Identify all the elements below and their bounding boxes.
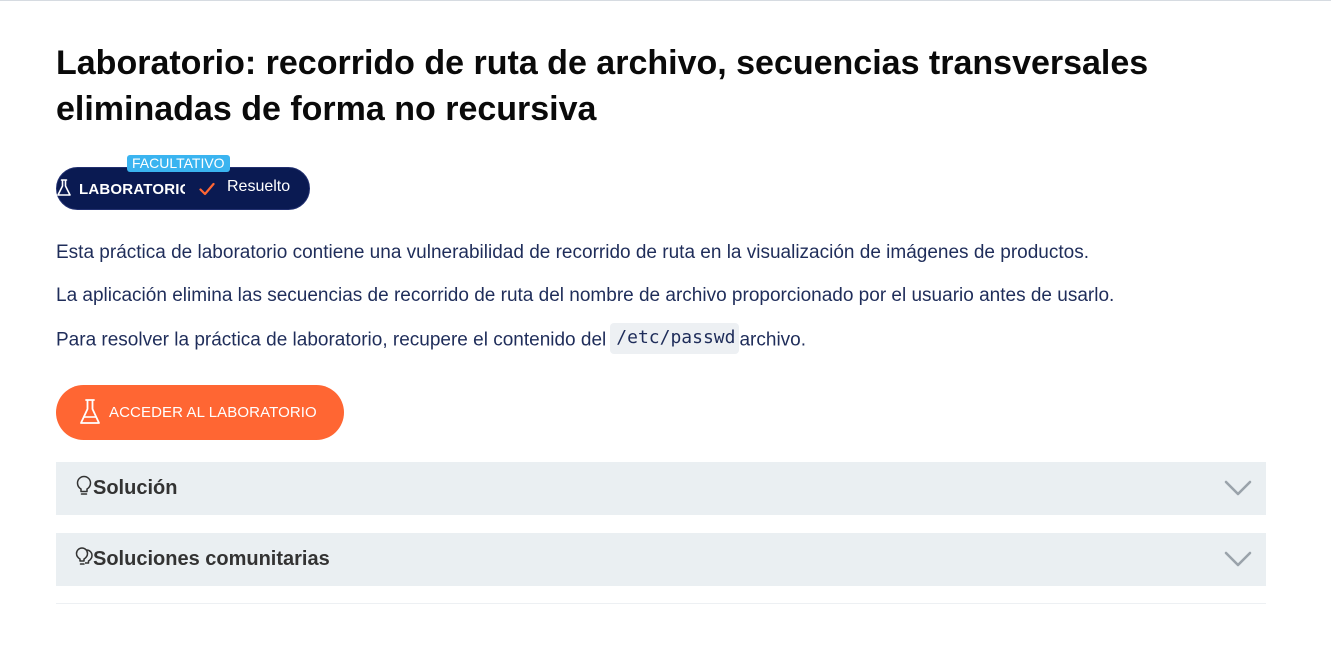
description-line-2: La aplicación elimina las secuencias de … bbox=[56, 285, 1115, 306]
description-line-3-text: Para resolver la práctica de laboratorio… bbox=[56, 329, 607, 351]
access-lab-button[interactable]: ACCEDER AL LABORATORIO bbox=[56, 385, 344, 440]
accordion-community-label: Soluciones comunitarias bbox=[93, 548, 330, 570]
badge-level-label: LABORATORIO bbox=[79, 181, 185, 198]
accordion-community-solutions[interactable]: Soluciones comunitarias bbox=[56, 533, 1266, 586]
lightbulb-icon bbox=[76, 475, 92, 495]
code-path: /etc/passwd bbox=[610, 323, 740, 354]
chevron-down-icon bbox=[1224, 480, 1252, 496]
bottom-divider bbox=[56, 603, 1266, 604]
badge-pill: LABORATORIO Resuelto bbox=[56, 167, 310, 210]
top-divider bbox=[0, 0, 1331, 1]
check-icon bbox=[199, 182, 215, 196]
description-line-3: Para resolver la práctica de laboratorio… bbox=[56, 323, 807, 356]
accordion-solution-label: Solución bbox=[93, 477, 178, 499]
flask-icon bbox=[80, 399, 100, 424]
chevron-down-icon bbox=[1224, 551, 1252, 567]
description-line-3-suffix: archivo. bbox=[739, 329, 807, 351]
community-lightbulb-icon bbox=[75, 547, 93, 565]
flask-icon bbox=[57, 179, 71, 196]
badge-status-label: Resuelto bbox=[227, 178, 291, 195]
accordion-solution[interactable]: Solución bbox=[56, 462, 1266, 515]
description-line-1: Esta práctica de laboratorio contiene un… bbox=[56, 242, 1089, 263]
lab-status-badge: LABORATORIO Resuelto FACULTATIVO bbox=[56, 155, 316, 211]
optional-tag: FACULTATIVO bbox=[127, 155, 230, 172]
page-title: Laboratorio: recorrido de ruta de archiv… bbox=[56, 44, 1149, 128]
access-lab-label: ACCEDER AL LABORATORIO bbox=[109, 404, 317, 421]
